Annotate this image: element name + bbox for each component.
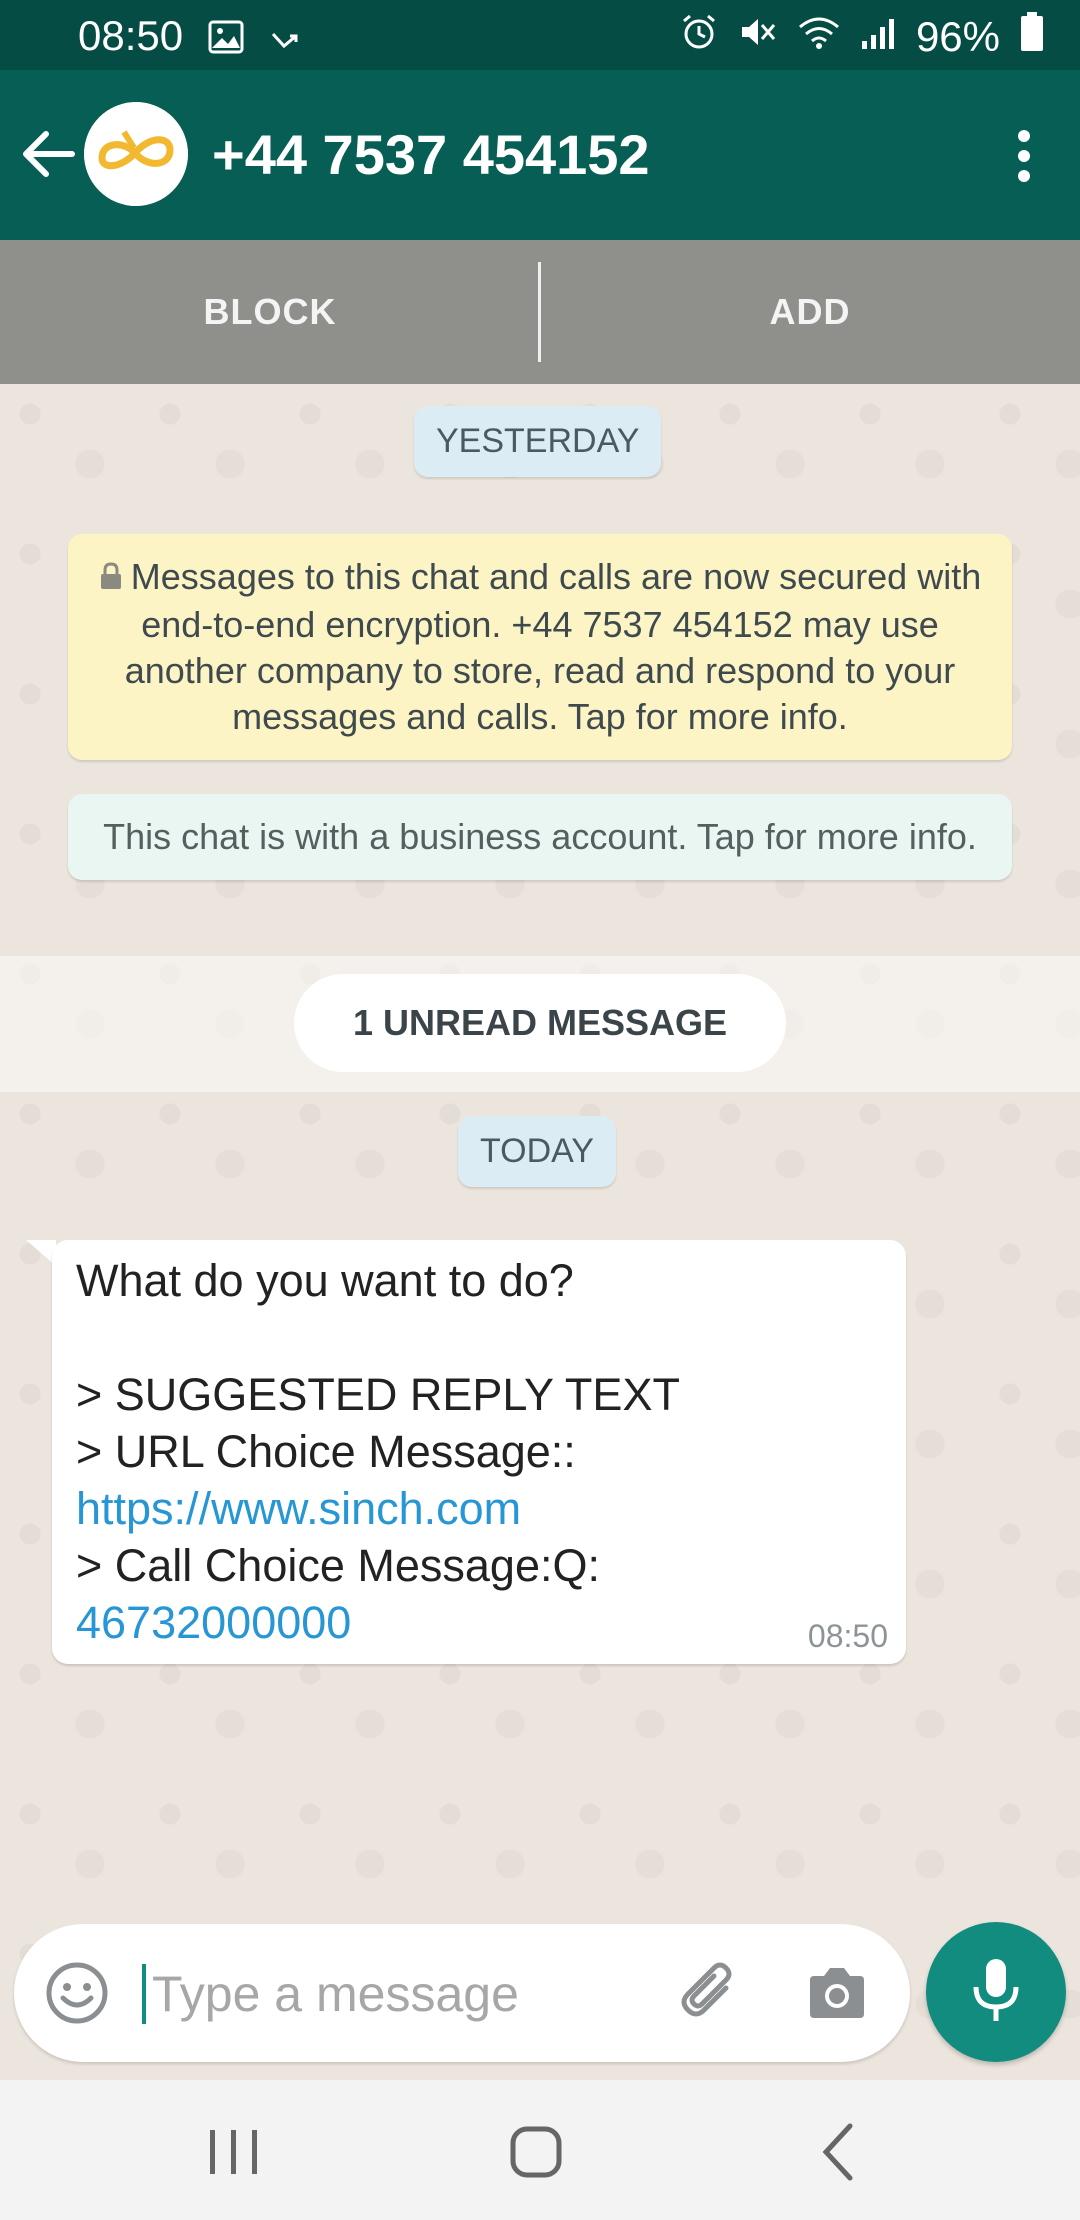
message-timestamp: 08:50 xyxy=(807,1618,888,1654)
back-arrow-icon[interactable] xyxy=(18,122,82,186)
home-icon[interactable] xyxy=(508,2124,564,2180)
business-account-notice[interactable]: This chat is with a business account. Ta… xyxy=(68,794,1012,880)
sinch-logo-icon xyxy=(84,102,188,206)
message-line: What do you want to do? xyxy=(76,1255,574,1306)
contact-name[interactable]: +44 7537 454152 xyxy=(212,122,650,187)
message-composer xyxy=(14,1924,910,2062)
recent-apps-icon[interactable] xyxy=(204,2124,264,2180)
emoji-icon[interactable] xyxy=(44,1960,110,2026)
message-input[interactable] xyxy=(150,1954,654,2034)
battery-icon xyxy=(1020,12,1044,62)
more-options-icon[interactable] xyxy=(1004,126,1044,186)
unread-messages-badge: 1 UNREAD MESSAGE xyxy=(294,974,786,1072)
status-bar: 08:50 96% xyxy=(0,0,1080,70)
microphone-button[interactable] xyxy=(926,1922,1066,2062)
camera-icon[interactable] xyxy=(804,1960,870,2026)
date-chip-today: TODAY xyxy=(458,1116,616,1187)
incoming-message-bubble[interactable]: What do you want to do? > SUGGESTED REPL… xyxy=(52,1240,906,1664)
text-caret xyxy=(142,1964,146,2024)
lock-icon xyxy=(99,556,123,602)
image-icon xyxy=(208,16,244,64)
chat-header: +44 7537 454152 xyxy=(0,70,1080,240)
status-time: 08:50 xyxy=(78,12,184,59)
paperclip-icon[interactable] xyxy=(674,1958,744,2028)
chat-area[interactable]: YESTERDAY Messages to this chat and call… xyxy=(0,384,1080,2080)
encryption-notice[interactable]: Messages to this chat and calls are now … xyxy=(68,534,1012,761)
add-contact-button[interactable]: ADD xyxy=(540,240,1080,384)
alarm-icon xyxy=(680,13,718,61)
microphone-icon xyxy=(968,1955,1024,2030)
back-icon[interactable] xyxy=(818,2120,858,2184)
url-link[interactable]: https://www.sinch.com xyxy=(76,1480,882,1537)
block-button[interactable]: BLOCK xyxy=(0,240,540,384)
missed-call-icon xyxy=(270,16,300,64)
phone-link[interactable]: 46732000000 xyxy=(76,1594,882,1651)
message-line: > URL Choice Message:: xyxy=(76,1426,576,1477)
wifi-icon xyxy=(798,13,840,61)
message-line: > Call Choice Message:Q: xyxy=(76,1540,600,1591)
avatar[interactable] xyxy=(84,102,188,206)
system-navigation-bar xyxy=(0,2080,1080,2220)
signal-icon xyxy=(860,13,896,61)
encryption-notice-text: Messages to this chat and calls are now … xyxy=(124,556,982,738)
message-line: > SUGGESTED REPLY TEXT xyxy=(76,1369,680,1420)
contact-action-bar: BLOCK ADD xyxy=(0,240,1080,384)
battery-level: 96% xyxy=(915,13,1000,60)
mute-icon xyxy=(738,13,778,61)
date-chip-yesterday: YESTERDAY xyxy=(414,406,662,477)
